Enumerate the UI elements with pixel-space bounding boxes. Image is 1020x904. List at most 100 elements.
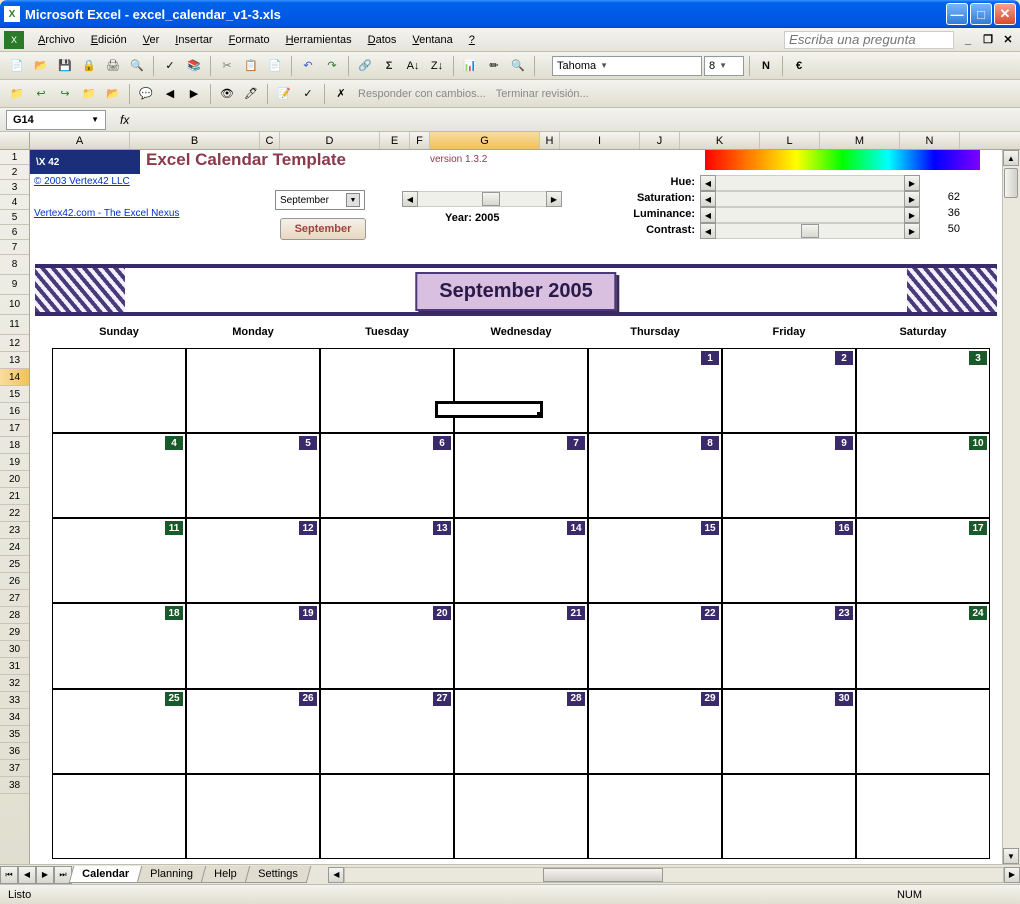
doc-close-button[interactable]: ✕ (1000, 32, 1016, 48)
folder-back-icon[interactable]: ↩ (30, 83, 52, 105)
chevron-down-icon[interactable]: ▼ (719, 61, 727, 70)
col-header-F[interactable]: F (410, 132, 430, 149)
row-header-30[interactable]: 30 (0, 641, 29, 658)
doc-minimize-button[interactable]: _ (960, 32, 976, 48)
calendar-cell[interactable]: 18 (52, 603, 186, 688)
calendar-cell[interactable] (856, 689, 990, 774)
menu-edición[interactable]: Edición (83, 31, 135, 49)
chart-icon[interactable]: 📊 (459, 55, 481, 77)
month-button[interactable]: September (280, 218, 366, 240)
vertical-scrollbar[interactable]: ▲ ▼ (1002, 150, 1020, 864)
col-header-J[interactable]: J (640, 132, 680, 149)
ask-question-box[interactable] (784, 31, 954, 49)
calendar-cell[interactable]: 8 (588, 433, 722, 518)
sort-desc-icon[interactable]: Z↓ (426, 55, 448, 77)
luminance-slider[interactable]: ◀ ▶ (700, 207, 920, 221)
copyright-link[interactable]: © 2003 Vertex42 LLC (34, 176, 130, 187)
calendar-cell[interactable]: 22 (588, 603, 722, 688)
col-header-A[interactable]: A (30, 132, 130, 149)
chevron-down-icon[interactable]: ▼ (91, 115, 99, 124)
open-icon[interactable]: 📂 (30, 55, 52, 77)
calendar-cell[interactable] (320, 348, 454, 433)
redo-icon[interactable]: ↷ (321, 55, 343, 77)
scroll-thumb[interactable] (1004, 168, 1018, 198)
row-header-31[interactable]: 31 (0, 658, 29, 675)
calendar-cell[interactable]: 25 (52, 689, 186, 774)
tab-next-icon[interactable]: ▶ (36, 866, 54, 884)
scroll-down-icon[interactable]: ▼ (1003, 848, 1019, 864)
row-header-11[interactable]: 11 (0, 315, 29, 335)
scroll-right-icon[interactable]: ▶ (904, 207, 920, 223)
scroll-right-icon[interactable]: ▶ (904, 191, 920, 207)
row-header-29[interactable]: 29 (0, 624, 29, 641)
research-icon[interactable]: 📚 (183, 55, 205, 77)
permission-icon[interactable]: 🔒 (78, 55, 100, 77)
hue-slider[interactable]: ◀ ▶ (700, 175, 920, 189)
col-header-C[interactable]: C (260, 132, 280, 149)
show-comment-icon[interactable]: 👁 (216, 83, 238, 105)
row-header-15[interactable]: 15 (0, 386, 29, 403)
calendar-cell[interactable]: 17 (856, 518, 990, 603)
scroll-left-icon[interactable]: ◀ (700, 223, 716, 239)
undo-icon[interactable]: ↶ (297, 55, 319, 77)
fill-handle[interactable] (537, 412, 543, 418)
sheet-tab-calendar[interactable]: Calendar (69, 866, 143, 883)
row-header-13[interactable]: 13 (0, 352, 29, 369)
calendar-cell[interactable]: 6 (320, 433, 454, 518)
font-size-combo[interactable]: 8▼ (704, 56, 744, 76)
bold-button[interactable]: N (755, 55, 777, 77)
nexus-link[interactable]: Vertex42.com - The Excel Nexus (34, 208, 179, 219)
calendar-cell[interactable]: 7 (454, 433, 588, 518)
saturation-slider[interactable]: ◀ ▶ (700, 191, 920, 205)
font-name-combo[interactable]: Tahoma▼ (552, 56, 702, 76)
scroll-right-icon[interactable]: ▶ (1004, 867, 1020, 883)
copy-icon[interactable]: 📋 (240, 55, 262, 77)
col-header-D[interactable]: D (280, 132, 380, 149)
row-header-19[interactable]: 19 (0, 454, 29, 471)
calendar-cell[interactable]: 4 (52, 433, 186, 518)
save-icon[interactable]: 💾 (54, 55, 76, 77)
scroll-left-icon[interactable]: ◀ (700, 175, 716, 191)
calendar-cell[interactable]: 3 (856, 348, 990, 433)
sheet-tab-settings[interactable]: Settings (244, 866, 310, 883)
calendar-cell[interactable]: 2 (722, 348, 856, 433)
name-box[interactable]: G14 ▼ (6, 110, 106, 130)
row-header-24[interactable]: 24 (0, 539, 29, 556)
row-header-3[interactable]: 3 (0, 180, 29, 195)
end-review-link[interactable]: Terminar revisión... (492, 88, 593, 100)
col-header-M[interactable]: M (820, 132, 900, 149)
menu-herramientas[interactable]: Herramientas (278, 31, 360, 49)
menu-formato[interactable]: Formato (221, 31, 278, 49)
calendar-cell[interactable]: 20 (320, 603, 454, 688)
col-header-I[interactable]: I (560, 132, 640, 149)
col-header-H[interactable]: H (540, 132, 560, 149)
scroll-right-icon[interactable]: ▶ (904, 223, 920, 239)
worksheet[interactable]: \X 42 Excel Calendar Template version 1.… (30, 150, 1002, 864)
calendar-cell[interactable]: 10 (856, 433, 990, 518)
close-button[interactable]: ✕ (994, 3, 1016, 25)
accept-icon[interactable]: ✓ (297, 83, 319, 105)
scroll-up-icon[interactable]: ▲ (1003, 150, 1019, 166)
menu-?[interactable]: ? (461, 31, 483, 49)
row-header-21[interactable]: 21 (0, 488, 29, 505)
calendar-cell[interactable] (722, 774, 856, 859)
comment-icon[interactable]: 💬 (135, 83, 157, 105)
calendar-cell[interactable]: 14 (454, 518, 588, 603)
respond-changes-link[interactable]: Responder con cambios... (354, 88, 490, 100)
fx-label[interactable]: fx (120, 113, 129, 127)
drawing-icon[interactable]: ✏ (483, 55, 505, 77)
col-header-G[interactable]: G (430, 132, 540, 149)
row-header-10[interactable]: 10 (0, 295, 29, 315)
calendar-cell[interactable]: 1 (588, 348, 722, 433)
row-header-25[interactable]: 25 (0, 556, 29, 573)
calendar-cell[interactable]: 21 (454, 603, 588, 688)
calendar-cell[interactable]: 30 (722, 689, 856, 774)
calendar-cell[interactable]: 5 (186, 433, 320, 518)
calendar-cell[interactable] (52, 774, 186, 859)
maximize-button[interactable]: □ (970, 3, 992, 25)
col-header-K[interactable]: K (680, 132, 760, 149)
row-header-37[interactable]: 37 (0, 760, 29, 777)
chevron-down-icon[interactable]: ▼ (346, 193, 360, 207)
workbook-icon[interactable]: X (4, 31, 24, 49)
cut-icon[interactable]: ✂ (216, 55, 238, 77)
